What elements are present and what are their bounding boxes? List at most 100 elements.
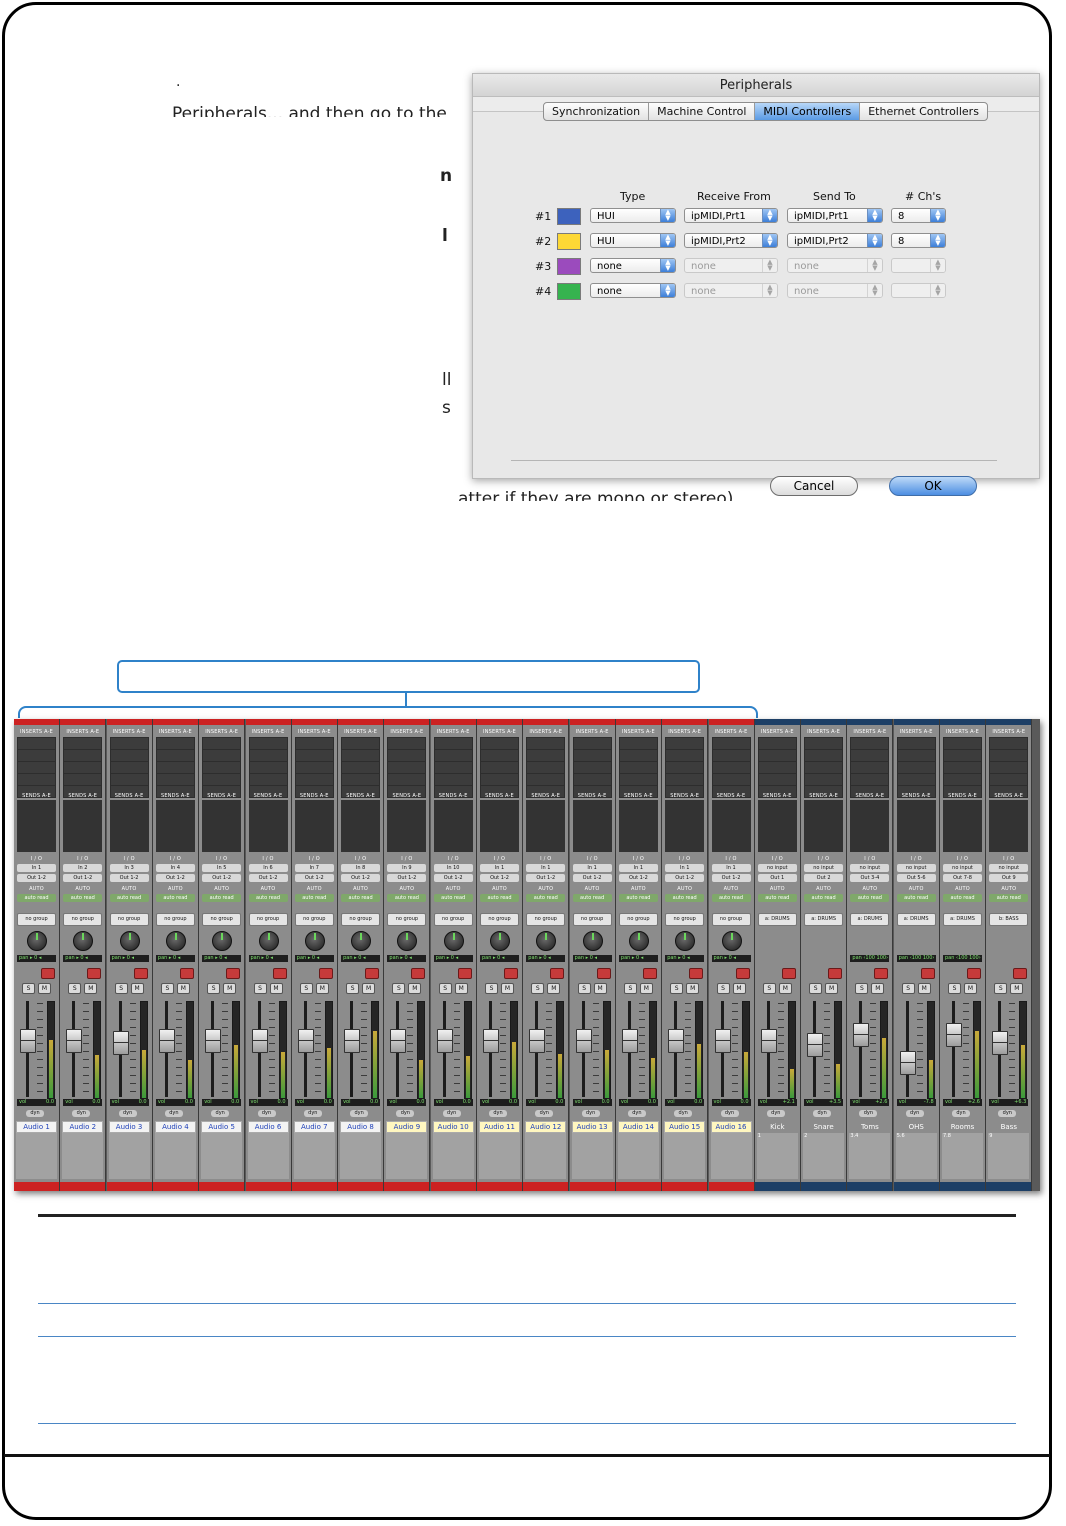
record-button[interactable] (411, 968, 426, 979)
mute-button[interactable]: M (362, 983, 376, 994)
mute-button[interactable]: M (223, 983, 237, 994)
output-select[interactable]: Out 1-2 (618, 874, 658, 882)
automation-select[interactable]: auto read (711, 894, 751, 902)
record-button[interactable] (550, 968, 565, 979)
automation-select[interactable]: auto read (665, 894, 705, 902)
mute-button[interactable]: M (871, 983, 885, 994)
fader-handle[interactable] (297, 1029, 314, 1053)
record-button[interactable] (1013, 968, 1028, 979)
solo-button[interactable]: S (438, 983, 452, 994)
pan-knob[interactable] (351, 931, 372, 951)
record-button[interactable] (920, 968, 935, 979)
color-swatch[interactable] (557, 208, 581, 225)
output-select[interactable]: Out 1-2 (109, 874, 149, 882)
dyn-button[interactable]: dyn (211, 1110, 230, 1117)
pan-knob[interactable] (258, 931, 279, 951)
record-button[interactable] (874, 968, 889, 979)
input-select[interactable]: no input (850, 864, 890, 872)
track-name[interactable]: Audio 6 (247, 1121, 289, 1133)
output-select[interactable]: Out 1-2 (480, 874, 519, 882)
fader-handle[interactable] (66, 1029, 83, 1053)
dyn-button[interactable]: dyn (535, 1110, 554, 1117)
group-select[interactable]: a: DRUMS (943, 913, 982, 926)
group-select[interactable]: no group (480, 913, 519, 926)
automation-select[interactable]: auto read (202, 894, 242, 902)
mute-button[interactable]: M (454, 983, 468, 994)
pan-knob[interactable] (212, 931, 233, 951)
comments-area[interactable] (386, 1133, 428, 1179)
sends-area[interactable] (896, 800, 936, 852)
comments-area[interactable] (710, 1133, 752, 1179)
channels-select[interactable]: ▲ ▼ (891, 283, 946, 298)
comments-area[interactable] (942, 1133, 983, 1179)
record-button[interactable] (596, 968, 611, 979)
dyn-button[interactable]: dyn (813, 1110, 832, 1117)
solo-button[interactable]: S (346, 983, 360, 994)
automation-select[interactable]: auto read (850, 894, 890, 902)
tab-midi-controllers[interactable]: MIDI Controllers (755, 103, 861, 120)
track-name[interactable]: Audio 14 (617, 1121, 659, 1133)
record-button[interactable] (87, 968, 102, 979)
pan-knob[interactable] (27, 931, 47, 951)
dyn-button[interactable]: dyn (720, 1110, 739, 1117)
pan-knob[interactable] (628, 931, 649, 951)
automation-select[interactable]: auto read (618, 894, 658, 902)
solo-button[interactable]: S (948, 983, 961, 994)
dyn-button[interactable]: dyn (26, 1110, 44, 1117)
input-select[interactable]: In 10 (433, 864, 473, 872)
record-button[interactable] (41, 968, 55, 979)
automation-select[interactable]: auto read (989, 894, 1029, 902)
pan-knob[interactable] (582, 931, 603, 951)
pan-knob[interactable] (119, 931, 140, 951)
receive-select[interactable]: ipMIDI,Prt2 ▲ ▼ (684, 233, 778, 248)
dyn-button[interactable]: dyn (442, 1110, 461, 1117)
track-name[interactable]: Audio 5 (201, 1121, 243, 1133)
sends-area[interactable] (572, 800, 612, 852)
mute-button[interactable]: M (269, 983, 283, 994)
mute-button[interactable]: M (38, 983, 51, 994)
automation-select[interactable]: auto read (341, 894, 381, 902)
automation-select[interactable]: auto read (155, 894, 195, 902)
mute-button[interactable]: M (84, 983, 98, 994)
comments-area[interactable] (62, 1133, 104, 1179)
comments-area[interactable] (756, 1133, 798, 1179)
fader-handle[interactable] (483, 1029, 499, 1053)
dyn-button[interactable]: dyn (350, 1110, 369, 1117)
mute-button[interactable]: M (408, 983, 422, 994)
sends-area[interactable] (202, 800, 242, 852)
automation-select[interactable]: auto read (387, 894, 427, 902)
type-select[interactable]: none ▲ ▼ (590, 258, 676, 273)
channels-select[interactable]: ▲ ▼ (891, 258, 946, 273)
fader-handle[interactable] (390, 1029, 407, 1053)
output-select[interactable]: Out 1-2 (248, 874, 288, 882)
dyn-button[interactable]: dyn (998, 1110, 1017, 1117)
mute-button[interactable]: M (732, 983, 746, 994)
solo-button[interactable]: S (22, 983, 35, 994)
type-select[interactable]: HUI ▲ ▼ (590, 208, 676, 223)
solo-button[interactable]: S (670, 983, 684, 994)
input-select[interactable]: In 5 (202, 864, 242, 872)
pan-knob[interactable] (304, 931, 325, 951)
record-button[interactable] (642, 968, 657, 979)
output-select[interactable]: Out 1-2 (155, 874, 195, 882)
mute-button[interactable]: M (964, 983, 977, 994)
comments-area[interactable] (247, 1133, 289, 1179)
output-select[interactable]: Out 1-2 (665, 874, 705, 882)
group-select[interactable]: a: DRUMS (804, 913, 844, 926)
output-select[interactable]: Out 7-8 (943, 874, 982, 882)
input-select[interactable]: In 7 (294, 864, 334, 872)
mute-button[interactable]: M (130, 983, 144, 994)
fader-handle[interactable] (621, 1029, 638, 1053)
solo-button[interactable]: S (855, 983, 869, 994)
track-name[interactable]: Audio 13 (571, 1121, 613, 1133)
group-select[interactable]: b: BASS (989, 913, 1029, 926)
automation-select[interactable]: auto read (804, 894, 844, 902)
sends-area[interactable] (618, 800, 658, 852)
track-name[interactable]: Audio 2 (62, 1121, 104, 1133)
sends-area[interactable] (804, 800, 844, 852)
color-swatch[interactable] (557, 283, 581, 300)
comments-area[interactable] (154, 1133, 196, 1179)
group-select[interactable]: no group (387, 913, 427, 926)
input-select[interactable]: In 1 (526, 864, 566, 872)
group-select[interactable]: a: DRUMS (757, 913, 797, 926)
